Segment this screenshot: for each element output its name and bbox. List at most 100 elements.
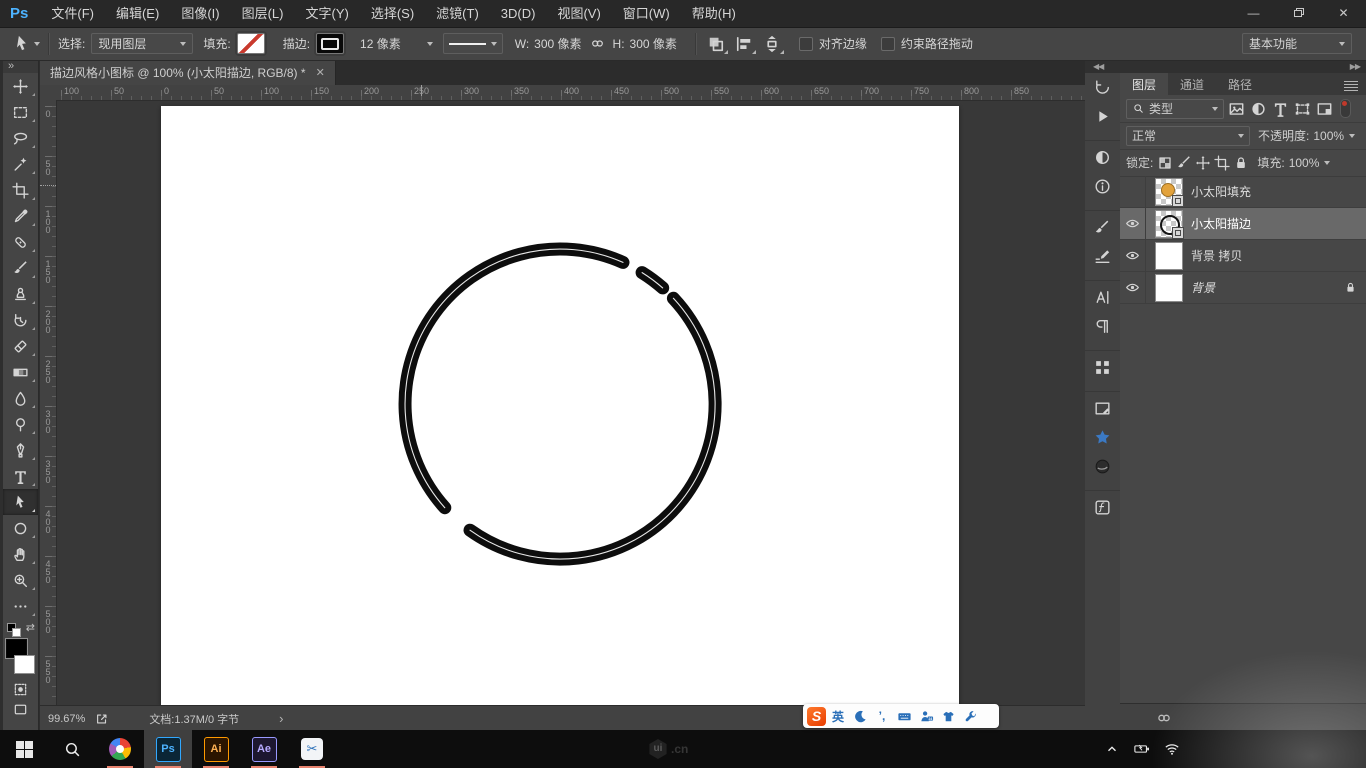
- workspace-switcher[interactable]: 基本功能: [1242, 33, 1352, 54]
- tab-路径[interactable]: 路径: [1216, 73, 1264, 95]
- scripts-panel[interactable]: [1085, 490, 1120, 522]
- constrain-path-checkbox[interactable]: 约束路径拖动: [881, 35, 973, 52]
- zoom-tool[interactable]: [3, 567, 38, 593]
- wifi-icon[interactable]: [1164, 742, 1180, 756]
- paragraph-panel[interactable]: [1085, 312, 1120, 341]
- menu-item-5[interactable]: 文字(Y): [294, 0, 359, 27]
- chevron-down-icon[interactable]: [1349, 134, 1355, 138]
- menu-item-4[interactable]: 图层(L): [231, 0, 295, 27]
- panel-menu-icon[interactable]: [1344, 81, 1358, 91]
- filter-pixel-layers-icon[interactable]: [1227, 100, 1246, 118]
- visibility-toggle[interactable]: [1120, 272, 1146, 303]
- collapse-panels-icon[interactable]: ▶▶: [1350, 60, 1360, 73]
- type-tool[interactable]: [3, 463, 38, 489]
- path-selection-tool[interactable]: [3, 489, 38, 515]
- menu-item-1[interactable]: 文件(F): [40, 0, 105, 27]
- menu-item-7[interactable]: 滤镜(T): [425, 0, 490, 27]
- tab-图层[interactable]: 图层: [1120, 73, 1168, 95]
- filter-smart-objects-icon[interactable]: [1315, 100, 1334, 118]
- crop-tool[interactable]: [3, 177, 38, 203]
- path-arrangement-button[interactable]: [761, 34, 783, 54]
- restore-button[interactable]: [1276, 0, 1321, 27]
- swatches-panel[interactable]: [1085, 350, 1120, 382]
- after-effects[interactable]: Ae: [240, 730, 288, 768]
- current-tool-icon[interactable]: [12, 34, 32, 54]
- zoom-level-field[interactable]: 99.67%: [48, 713, 85, 725]
- ellipse-tool[interactable]: [3, 515, 38, 541]
- dodge-tool[interactable]: [3, 411, 38, 437]
- lock-all-icon[interactable]: [1233, 155, 1249, 171]
- visibility-toggle[interactable]: [1120, 208, 1146, 239]
- lock-pixels-icon[interactable]: [1176, 155, 1192, 171]
- share-icon[interactable]: [95, 712, 109, 726]
- stroke-swatch[interactable]: [316, 33, 344, 54]
- adjustments-panel[interactable]: [1085, 140, 1120, 172]
- menu-item-11[interactable]: 帮助(H): [681, 0, 747, 27]
- pen-tool[interactable]: [3, 437, 38, 463]
- info-panel[interactable]: [1085, 172, 1120, 201]
- libraries-panel[interactable]: [1085, 423, 1120, 452]
- menu-item-10[interactable]: 窗口(W): [612, 0, 681, 27]
- marquee-tool[interactable]: [3, 99, 38, 125]
- fill-swatch[interactable]: [237, 33, 265, 54]
- history-brush-tool[interactable]: [3, 307, 38, 333]
- gradient-tool[interactable]: [3, 359, 38, 385]
- horizontal-ruler[interactable]: 1005005010015020025030035040045050055060…: [56, 85, 1085, 101]
- background-color-swatch[interactable]: [14, 655, 35, 674]
- tab-通道[interactable]: 通道: [1168, 73, 1216, 95]
- minimize-button[interactable]: —: [1231, 0, 1276, 27]
- tool-presets-panel[interactable]: [1085, 242, 1120, 271]
- brush-settings-panel[interactable]: [1085, 210, 1120, 242]
- path-operations-button[interactable]: [705, 34, 727, 54]
- screen-mode-button[interactable]: [3, 699, 38, 719]
- link-layers-icon[interactable]: [1156, 710, 1172, 726]
- menu-item-2[interactable]: 编辑(E): [105, 0, 170, 27]
- vertical-ruler[interactable]: 050100150200250300350400450500550: [40, 100, 57, 705]
- visibility-toggle[interactable]: [1120, 240, 1146, 271]
- default-colors-icon[interactable]: [7, 623, 19, 635]
- ime-account-icon[interactable]: 24: [916, 709, 936, 724]
- healing-brush-tool[interactable]: [3, 229, 38, 255]
- ime-punctuation-icon[interactable]: ’,: [872, 709, 892, 723]
- menu-item-6[interactable]: 选择(S): [360, 0, 425, 27]
- height-field[interactable]: 300 像素: [630, 35, 677, 52]
- more-tools[interactable]: [3, 593, 38, 619]
- path-alignment-button[interactable]: [733, 34, 755, 54]
- fill-opacity-value[interactable]: 100%: [1289, 156, 1320, 170]
- document-tab[interactable]: 描边风格小图标 @ 100% (小太阳描边, RGB/8) * ✕: [40, 60, 336, 85]
- eraser-tool[interactable]: [3, 333, 38, 359]
- filtering-toggle[interactable]: [1340, 99, 1351, 118]
- history-panel[interactable]: [1085, 73, 1120, 102]
- lock-position-icon[interactable]: [1195, 155, 1211, 171]
- ime-fullhalf-icon[interactable]: [850, 709, 870, 724]
- layer-row[interactable]: 背景 拷贝: [1120, 240, 1366, 272]
- layer-filter-dropdown[interactable]: 类型: [1126, 99, 1224, 119]
- tool-preset-caret-icon[interactable]: [34, 42, 40, 46]
- sogou-logo-icon[interactable]: S: [807, 707, 826, 726]
- select-mode-dropdown[interactable]: 现用图层: [91, 33, 193, 54]
- stroke-width-field[interactable]: 12 像素: [360, 35, 401, 52]
- filter-shape-layers-icon[interactable]: [1293, 100, 1312, 118]
- document-canvas[interactable]: [161, 106, 959, 705]
- stroke-style-dropdown[interactable]: [443, 33, 503, 54]
- start-button[interactable]: [0, 730, 48, 768]
- actions-panel[interactable]: [1085, 102, 1120, 131]
- ruler-origin-box[interactable]: [40, 85, 57, 101]
- lock-transparency-icon[interactable]: [1157, 155, 1173, 171]
- layer-row[interactable]: 背景: [1120, 272, 1366, 304]
- move-tool[interactable]: [3, 73, 38, 99]
- expand-dock-icon[interactable]: ◀◀: [1093, 60, 1103, 73]
- swap-colors-icon[interactable]: ⇄: [26, 621, 35, 634]
- ime-skin-icon[interactable]: [938, 709, 958, 724]
- battery-icon[interactable]: [1134, 742, 1150, 756]
- lasso-tool[interactable]: [3, 125, 38, 151]
- hand-tool[interactable]: [3, 541, 38, 567]
- search-button[interactable]: [48, 730, 96, 768]
- blend-mode-dropdown[interactable]: 正常: [1126, 126, 1250, 146]
- menu-item-9[interactable]: 视图(V): [546, 0, 611, 27]
- stroke-width-caret-icon[interactable]: [427, 42, 433, 46]
- browser[interactable]: [96, 730, 144, 768]
- close-tab-icon[interactable]: ✕: [316, 66, 325, 79]
- link-dimensions-icon[interactable]: [590, 36, 605, 51]
- lock-artboard-icon[interactable]: [1214, 155, 1230, 171]
